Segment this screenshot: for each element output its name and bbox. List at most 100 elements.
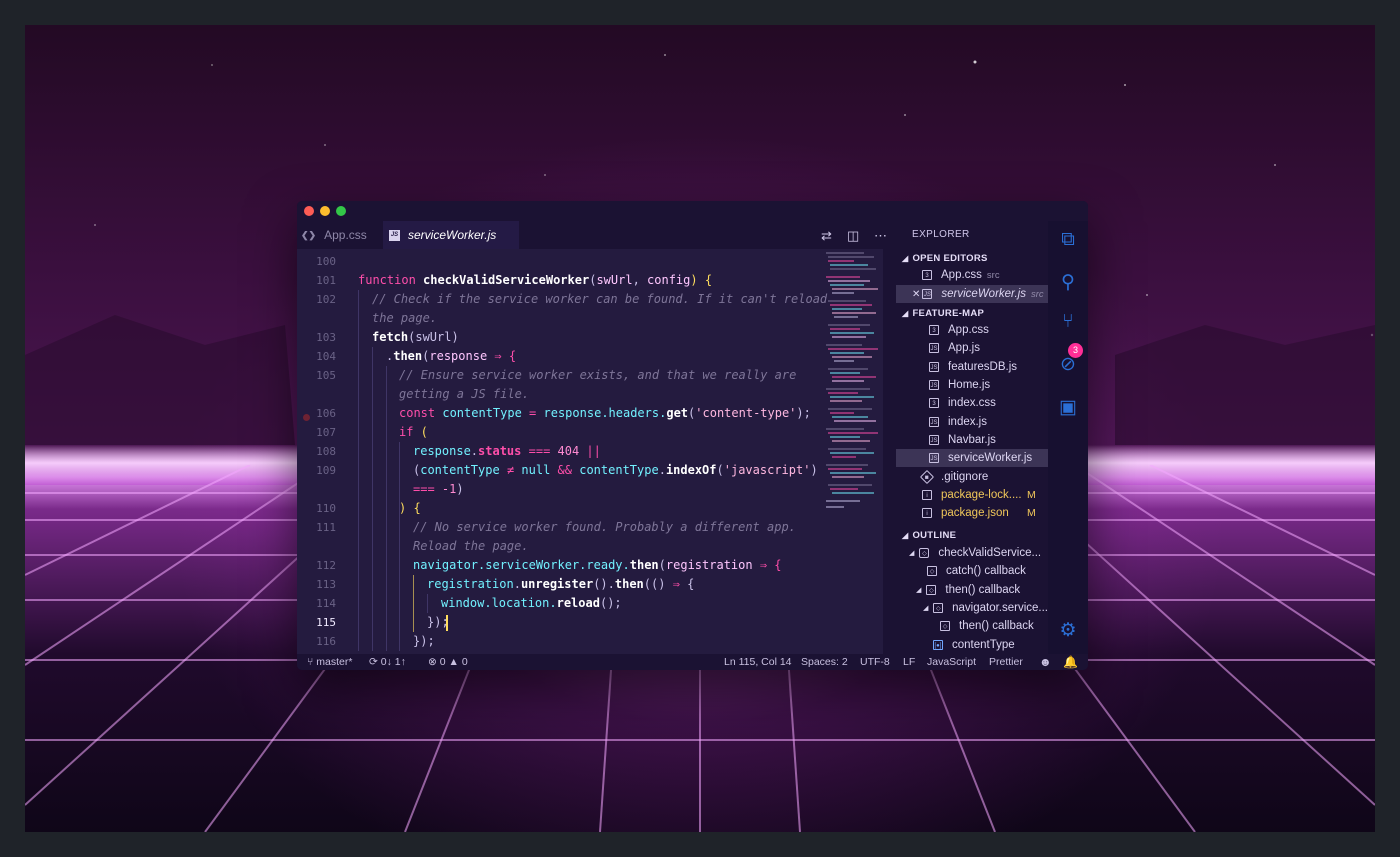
code-line: 108 response.status === 404 ||: [297, 442, 883, 461]
split-editor-icon[interactable]: ◫: [847, 228, 859, 244]
files-icon[interactable]: ⧉: [1048, 229, 1088, 251]
line-number: 115: [316, 616, 336, 629]
minimize-window-button[interactable]: [320, 206, 330, 216]
line-number: 101: [316, 274, 336, 287]
code-line: 110 ) {: [297, 499, 883, 518]
js-file-icon: JS: [929, 380, 939, 390]
vscode-window: ❮❯ App.css JS serviceWorker.js ⇄ ◫ ⋯ 100…: [297, 201, 1088, 670]
code-line: 104 .then(response ⇒ {: [297, 347, 883, 366]
file-item-selected[interactable]: JS serviceWorker.js: [896, 449, 1048, 467]
line-number: 106: [316, 407, 336, 420]
file-item[interactable]: ◆ .gitignore: [896, 468, 1048, 486]
file-item[interactable]: JS App.js: [896, 339, 1048, 357]
css3-icon: 3: [929, 398, 939, 408]
feedback-smiley-icon[interactable]: ☻: [1039, 654, 1052, 670]
js-file-icon: JS: [922, 289, 933, 299]
outline-item[interactable]: [●] contentType: [896, 636, 1048, 654]
open-editor-item-active[interactable]: ✕ JS serviceWorker.js src: [896, 285, 1048, 303]
code-line: 114 window.location.reload();: [297, 594, 883, 613]
encoding[interactable]: UTF-8: [860, 654, 890, 670]
code-line: 113 registration.unregister().then(() ⇒ …: [297, 575, 883, 594]
cursor-position[interactable]: Ln 115, Col 14: [724, 654, 792, 670]
search-icon[interactable]: ⚲: [1048, 271, 1088, 294]
file-item[interactable]: 3 index.css: [896, 394, 1048, 412]
warning-icon: ▲: [448, 656, 459, 668]
code-line: 106 const contentType = response.headers…: [297, 404, 883, 423]
code-line: 109 (contentType ≠ null && contentType.i…: [297, 461, 883, 480]
file-item[interactable]: JS featuresDB.js: [896, 358, 1048, 376]
notifications-bell-icon[interactable]: 🔔: [1063, 654, 1078, 670]
close-icon[interactable]: ✕: [912, 289, 920, 300]
code-editor[interactable]: 100 101 function checkValidServiceWorker…: [297, 249, 883, 654]
settings-gear-icon[interactable]: ⚙: [1048, 619, 1088, 642]
css3-icon: 3: [929, 325, 939, 335]
code-line: 102 // Check if the service worker can b…: [297, 290, 883, 309]
extensions-icon[interactable]: ▣: [1048, 396, 1088, 419]
json-file-icon: i: [922, 508, 932, 518]
file-item[interactable]: 3 App.css: [896, 321, 1048, 339]
folder-header[interactable]: ◢ FEATURE-MAP: [902, 308, 984, 319]
file-item[interactable]: JS Home.js: [896, 376, 1048, 394]
outline-item[interactable]: ◇ then() callback: [896, 617, 1048, 635]
file-item-modified[interactable]: i package.json: [896, 504, 1048, 522]
code-line-wrap: Reload the page.: [413, 539, 529, 553]
error-icon: ⊗: [428, 656, 437, 668]
cube-symbol-icon: ◇: [926, 585, 937, 595]
js-file-icon: JS: [929, 417, 939, 427]
css3-icon: 3: [922, 270, 932, 280]
open-editor-item[interactable]: 3 App.css src: [896, 266, 1048, 284]
file-item[interactable]: JS Navbar.js: [896, 431, 1048, 449]
git-icon: ◆: [919, 469, 935, 485]
outline-header[interactable]: ◢ OUTLINE: [902, 530, 956, 541]
outline-item[interactable]: ◢ ◇ navigator.service...: [896, 599, 1048, 617]
collapse-arrow-icon: ◢: [902, 309, 909, 318]
line-number: 111: [316, 521, 336, 534]
js-file-icon: JS: [929, 362, 939, 372]
line-number: 103: [316, 331, 336, 344]
minimap[interactable]: [824, 249, 880, 519]
code-line: 100: [297, 252, 883, 271]
cube-symbol-icon: ◇: [927, 566, 937, 576]
language-mode[interactable]: JavaScript: [927, 654, 976, 670]
branch-icon: ⑂: [307, 656, 314, 668]
tab-service-worker-js[interactable]: JS serviceWorker.js: [383, 221, 519, 249]
indentation[interactable]: Spaces: 2: [801, 654, 848, 670]
code-line-wrap: === -1): [413, 482, 464, 496]
code-line: 116 });: [297, 632, 883, 651]
file-item-modified[interactable]: i package-lock....: [896, 486, 1048, 504]
line-number: 100: [316, 255, 336, 268]
source-control-icon[interactable]: ⑂: [1048, 311, 1088, 333]
open-editors-header[interactable]: ◢ OPEN EDITORS: [902, 253, 988, 264]
js-file-icon: JS: [929, 435, 939, 445]
code-line-wrap: getting a JS file.: [399, 387, 530, 401]
formatter[interactable]: Prettier: [989, 654, 1023, 670]
code-line: 112 navigator.serviceWorker.ready.then(r…: [297, 556, 883, 575]
indent-guide: [372, 347, 373, 651]
sync-indicator[interactable]: ⟳ 0↓ 1↑: [369, 654, 406, 670]
line-number: 104: [316, 350, 336, 363]
debug-icon[interactable]: ⊘: [1048, 353, 1088, 376]
js-file-icon: JS: [929, 453, 939, 463]
explorer-title: EXPLORER: [912, 229, 970, 240]
tab-label: App.css: [324, 228, 367, 242]
more-actions-icon[interactable]: ⋯: [874, 228, 887, 244]
outline-item[interactable]: ◢ ◇ checkValidService...: [896, 544, 1048, 562]
line-ending[interactable]: LF: [903, 654, 915, 670]
maximize-window-button[interactable]: [336, 206, 346, 216]
line-number: 112: [316, 559, 336, 572]
open-changes-icon[interactable]: ⇄: [821, 228, 832, 244]
line-number: 114: [316, 597, 336, 610]
outline-item[interactable]: ◢ ◇ then() callback: [896, 581, 1048, 599]
indent-guide: [358, 290, 359, 651]
file-item[interactable]: JS index.js: [896, 413, 1048, 431]
tab-app-css[interactable]: ❮❯ App.css: [301, 221, 381, 249]
line-number: 116: [316, 635, 336, 648]
problems-indicator[interactable]: ⊗ 0 ▲ 0: [428, 654, 468, 670]
line-number: 110: [316, 502, 336, 515]
outline-item[interactable]: ◇ catch() callback: [896, 562, 1048, 580]
collapse-arrow-icon: ◢: [902, 531, 909, 540]
line-number: 102: [316, 293, 336, 306]
collapse-arrow-icon: ◢: [909, 550, 915, 557]
branch-indicator[interactable]: ⑂ master*: [307, 654, 352, 670]
close-window-button[interactable]: [304, 206, 314, 216]
